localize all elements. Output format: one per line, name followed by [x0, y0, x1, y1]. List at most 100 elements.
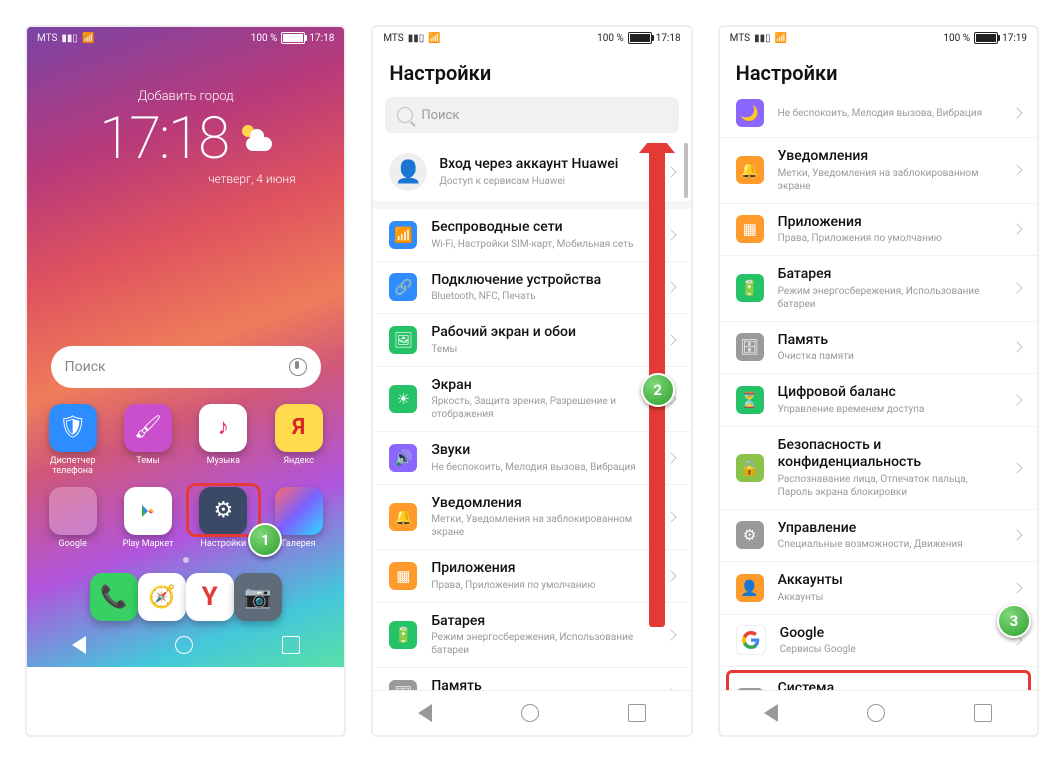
add-city-link[interactable]: Добавить город: [138, 89, 234, 104]
battery-icon: [974, 32, 998, 44]
nav-recent-icon[interactable]: [628, 704, 646, 722]
settings-row[interactable]: ⏳ Цифровой баланс Управление временем до…: [720, 374, 1037, 427]
chevron-icon: [1011, 394, 1022, 405]
chevron-icon: [1011, 283, 1022, 294]
app-music[interactable]: ♪ Музыка: [190, 404, 257, 477]
search-placeholder: Поиск: [65, 359, 289, 375]
clock-widget[interactable]: 17:18: [99, 110, 228, 168]
chevron-icon: [665, 511, 676, 522]
nav-recent-icon[interactable]: [974, 704, 992, 722]
settings-list[interactable]: 👤 Вход через аккаунт Huawei Доступ к сер…: [373, 143, 690, 690]
dock-camera[interactable]: 📷: [234, 573, 282, 621]
nav-home-icon[interactable]: [175, 636, 193, 654]
row-icon: 📱: [736, 688, 764, 690]
page-title: Настройки: [373, 49, 690, 93]
row-title: Цифровой баланс: [778, 384, 999, 402]
row-title: Аккаунты: [778, 572, 999, 590]
settings-row[interactable]: 🗄 Память Очистка памяти: [373, 668, 690, 690]
app-google-folder[interactable]: Google: [39, 487, 106, 549]
app-phone-manager[interactable]: 🛡 Диспетчер телефона: [39, 404, 106, 477]
row-icon: 🌙: [736, 99, 764, 127]
row-title: Безопасность и конфиденциальность: [778, 437, 999, 472]
app-themes[interactable]: 🖌 Темы: [114, 404, 181, 477]
nav-home-icon[interactable]: [521, 704, 539, 722]
phone-settings-bottom: MTS ▮▮▯ 📶 100 % 17:19 Настройки 🌙 Не бес…: [718, 25, 1039, 737]
nav-recent-icon[interactable]: [282, 636, 300, 654]
settings-row[interactable]: ▦ Приложения Права, Приложения по умолча…: [373, 550, 690, 603]
app-label: Google: [58, 539, 86, 549]
nav-bar: [373, 690, 690, 735]
gear-icon: ⚙: [199, 487, 247, 535]
settings-search[interactable]: Поиск: [385, 97, 678, 133]
dock-browser[interactable]: 🧭: [138, 573, 186, 621]
settings-row[interactable]: 🔋 Батарея Режим энергосбережения, Исполь…: [373, 603, 690, 669]
row-sub: Специальные возможности, Движения: [778, 538, 999, 551]
nav-back-icon[interactable]: [418, 704, 432, 722]
nav-bar: [27, 623, 344, 667]
settings-row[interactable]: 👤 Аккаунты Аккаунты: [720, 562, 1037, 615]
settings-row[interactable]: 🌙 Не беспокоить, Мелодия вызова, Вибраци…: [720, 93, 1037, 138]
settings-row[interactable]: 📶 Беспроводные сети Wi-Fi, Настройки SIM…: [373, 209, 690, 262]
row-sub: Не беспокоить, Мелодия вызова, Вибрация: [778, 107, 999, 120]
nav-back-icon[interactable]: [764, 704, 778, 722]
row-title: Вход через аккаунт Huawei: [439, 156, 654, 174]
app-play-market[interactable]: Play Маркет: [114, 487, 181, 549]
status-time: 17:18: [309, 33, 334, 44]
settings-row[interactable]: 🔊 Звуки Не беспокоить, Мелодия вызова, В…: [373, 432, 690, 485]
settings-row[interactable]: Google Сервисы Google: [720, 615, 1037, 668]
settings-row[interactable]: 🖼 Рабочий экран и обои Темы: [373, 314, 690, 367]
settings-row[interactable]: 🗄 Память Очистка памяти: [720, 322, 1037, 375]
phone-settings-top: MTS ▮▮▯ 📶 100 % 17:18 Настройки Поиск 👤 …: [371, 25, 692, 737]
nav-back-icon[interactable]: [72, 636, 86, 654]
settings-list[interactable]: 🌙 Не беспокоить, Мелодия вызова, Вибраци…: [720, 93, 1037, 690]
status-time: 17:18: [656, 33, 681, 44]
mic-icon[interactable]: [289, 358, 307, 376]
weather-icon: [240, 123, 272, 155]
weather-widget[interactable]: [240, 123, 272, 155]
row-icon: ▦: [736, 215, 764, 243]
settings-row[interactable]: 📱 Система Системная навигация, Обновлени…: [726, 670, 1031, 690]
row-sub: Метки, Уведомления на заблокированном эк…: [431, 513, 652, 539]
row-title: Уведомления: [431, 495, 652, 513]
nav-bar: [720, 690, 1037, 735]
play-icon: [124, 487, 172, 535]
row-icon: 🔔: [736, 156, 764, 184]
signal-icon: ▮▮▯: [61, 33, 78, 44]
row-icon: 🔊: [389, 444, 417, 472]
row-sub: Метки, Уведомления на заблокированном эк…: [778, 167, 999, 193]
row-title: Память: [778, 332, 999, 350]
chevron-icon: [1011, 342, 1022, 353]
settings-row[interactable]: 🔋 Батарея Режим энергосбережения, Исполь…: [720, 256, 1037, 322]
row-title: Беспроводные сети: [431, 219, 652, 237]
row-title: Приложения: [778, 214, 999, 232]
app-label: Темы: [136, 456, 159, 466]
search-icon: [397, 107, 413, 123]
row-sub: Права, Приложения по умолчанию: [778, 232, 999, 245]
avatar-icon: 👤: [389, 153, 427, 191]
carrier-label: MTS: [37, 33, 57, 44]
settings-row[interactable]: 🔒 Безопасность и конфиденциальность Расп…: [720, 427, 1037, 510]
settings-row[interactable]: 🔔 Уведомления Метки, Уведомления на забл…: [373, 485, 690, 551]
nav-home-icon[interactable]: [867, 704, 885, 722]
app-yandex[interactable]: Я Яндекс: [265, 404, 332, 477]
row-icon: 🖼: [389, 326, 417, 354]
row-sub: Доступ к сервисам Huawei: [439, 175, 654, 188]
dock-yandex[interactable]: Y: [186, 573, 234, 621]
settings-row[interactable]: ▦ Приложения Права, Приложения по умолча…: [720, 204, 1037, 257]
settings-row[interactable]: 🔔 Уведомления Метки, Уведомления на забл…: [720, 138, 1037, 204]
chevron-icon: [1011, 224, 1022, 235]
row-icon: 🗄: [736, 333, 764, 361]
status-bar: MTS ▮▮▯ 📶 100 % 17:18: [373, 27, 690, 49]
chevron-icon: [665, 570, 676, 581]
row-sub: Права, Приложения по умолчанию: [431, 579, 652, 592]
settings-row[interactable]: 🔗 Подключение устройства Bluetooth, NFC,…: [373, 262, 690, 315]
row-sub: Очистка памяти: [778, 350, 999, 363]
battery-pct: 100 %: [943, 33, 970, 44]
app-settings[interactable]: ⚙ Настройки: [190, 487, 257, 549]
app-label: Яндекс: [283, 456, 314, 466]
row-sub: Bluetooth, NFC, Печать: [431, 290, 652, 303]
row-title: Google: [780, 625, 999, 643]
settings-row[interactable]: ⚙ Управление Специальные возможности, Дв…: [720, 510, 1037, 563]
search-widget[interactable]: Поиск: [51, 346, 321, 388]
dock-phone[interactable]: 📞: [90, 573, 138, 621]
